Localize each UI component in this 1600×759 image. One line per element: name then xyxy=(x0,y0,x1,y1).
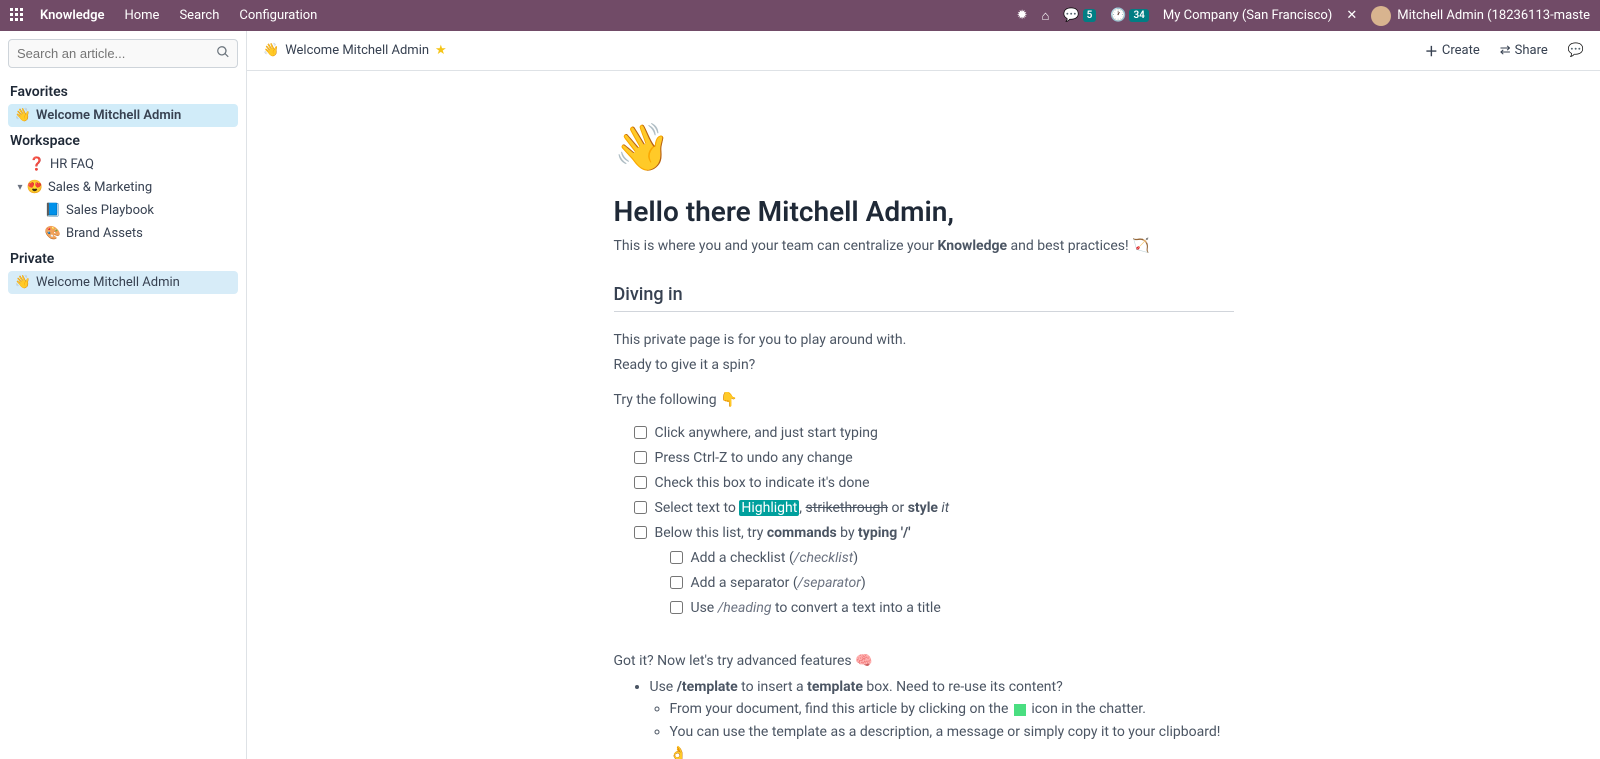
tree-item-label: Sales Playbook xyxy=(66,203,154,218)
document[interactable]: 👋 Hello there Mitchell Admin, This is wh… xyxy=(594,71,1254,759)
try-following: Try the following 👇 xyxy=(614,390,1234,411)
section-diving-in: Diving in xyxy=(614,284,1234,312)
tree-item-label: Welcome Mitchell Admin xyxy=(36,108,181,123)
check-item: Add a checklist (/checklist) xyxy=(670,546,1234,571)
check-item: Press Ctrl-Z to undo any change xyxy=(634,446,1234,471)
main: 👋 Welcome Mitchell Admin ★ ＋Create ⇄Shar… xyxy=(247,31,1600,759)
workspace-item-hrfaq[interactable]: ❓ HR FAQ xyxy=(8,153,238,176)
search-box xyxy=(8,39,238,68)
checkbox[interactable] xyxy=(670,576,683,589)
tools-icon[interactable]: ✕ xyxy=(1346,8,1357,23)
nav-search[interactable]: Search xyxy=(179,8,219,23)
tree-item-label: Brand Assets xyxy=(66,226,143,241)
green-square-icon xyxy=(1014,704,1026,716)
para-1: This private page is for you to play aro… xyxy=(614,330,1234,351)
check-item: Use /heading to convert a text into a ti… xyxy=(670,596,1234,621)
activities-badge: 34 xyxy=(1129,9,1148,22)
avatar xyxy=(1371,6,1391,26)
para-2: Ready to give it a spin? xyxy=(614,355,1234,376)
check-item: Select text to Highlight, strikethrough … xyxy=(634,496,1234,521)
workspace-item-brand-assets[interactable]: 🎨 Brand Assets xyxy=(8,222,238,245)
share-icon: ⇄ xyxy=(1500,43,1511,58)
breadcrumb-title[interactable]: Welcome Mitchell Admin xyxy=(285,43,429,58)
tree-item-label: HR FAQ xyxy=(50,157,94,172)
hero-wave-icon: 👋 xyxy=(614,121,1234,175)
advanced-heading: Got it? Now let's try advanced features … xyxy=(614,651,1234,672)
tree-item-label: Welcome Mitchell Admin xyxy=(36,275,180,290)
nav-configuration[interactable]: Configuration xyxy=(239,8,317,23)
chat-icon[interactable]: 💬 xyxy=(1568,43,1584,58)
heart-eyes-icon: 😍 xyxy=(26,180,44,195)
share-button[interactable]: ⇄Share xyxy=(1500,43,1548,58)
palette-icon: 🎨 xyxy=(44,226,62,241)
tray-icon[interactable]: ⌂ xyxy=(1042,8,1050,24)
user-label: Mitchell Admin (18236113-maste xyxy=(1397,8,1590,23)
list-item: You can use the template as a descriptio… xyxy=(670,721,1234,759)
messages-icon[interactable]: 💬5 xyxy=(1063,8,1096,23)
list-item: Use /template to insert a template box. … xyxy=(650,676,1234,759)
sidebar: Favorites 👋 Welcome Mitchell Admin Works… xyxy=(0,31,247,759)
check-item: Add a separator (/separator) xyxy=(670,571,1234,596)
checkbox[interactable] xyxy=(634,501,647,514)
section-private-title: Private xyxy=(10,251,236,267)
checkbox[interactable] xyxy=(670,601,683,614)
wave-icon: 👋 xyxy=(263,43,279,58)
tree-item-label: Sales & Marketing xyxy=(48,180,152,195)
search-icon[interactable] xyxy=(216,45,230,63)
breadcrumb-bar: 👋 Welcome Mitchell Admin ★ ＋Create ⇄Shar… xyxy=(247,31,1600,71)
private-item-welcome[interactable]: 👋 Welcome Mitchell Admin xyxy=(8,271,238,294)
user-menu[interactable]: Mitchell Admin (18236113-maste xyxy=(1371,6,1590,26)
checkbox[interactable] xyxy=(634,526,647,539)
favorite-star-icon[interactable]: ★ xyxy=(435,43,447,58)
list-item: From your document, find this article by… xyxy=(670,698,1234,720)
workspace-item-sales-marketing[interactable]: ▾ 😍 Sales & Marketing xyxy=(8,176,238,199)
question-icon: ❓ xyxy=(28,157,46,172)
page-title: Hello there Mitchell Admin, xyxy=(614,195,1234,228)
bug-icon[interactable]: ✹ xyxy=(1017,8,1028,23)
check-item: Check this box to indicate it's done xyxy=(634,471,1234,496)
wave-icon: 👋 xyxy=(14,275,32,290)
checklist-nested: Add a checklist (/checklist) Add a separ… xyxy=(614,546,1234,621)
book-icon: 📘 xyxy=(44,203,62,218)
search-input[interactable] xyxy=(8,39,238,68)
apps-icon[interactable] xyxy=(10,8,26,24)
checklist: Click anywhere, and just start typing Pr… xyxy=(614,421,1234,546)
wave-icon: 👋 xyxy=(14,108,32,123)
section-favorites-title: Favorites xyxy=(10,84,236,100)
checkbox[interactable] xyxy=(634,451,647,464)
topbar: Knowledge Home Search Configuration ✹ ⌂ … xyxy=(0,0,1600,31)
checkbox[interactable] xyxy=(634,426,647,439)
check-item: Below this list, try commands by typing … xyxy=(634,521,1234,546)
create-button[interactable]: ＋Create xyxy=(1425,41,1480,60)
checkbox[interactable] xyxy=(670,551,683,564)
workspace-item-sales-playbook[interactable]: 📘 Sales Playbook xyxy=(8,199,238,222)
messages-badge: 5 xyxy=(1083,9,1097,22)
section-workspace-title: Workspace xyxy=(10,133,236,149)
nav-home[interactable]: Home xyxy=(124,8,159,23)
checkbox[interactable] xyxy=(634,476,647,489)
intro-text: This is where you and your team can cent… xyxy=(614,238,1234,254)
brand[interactable]: Knowledge xyxy=(40,8,104,23)
caret-icon[interactable]: ▾ xyxy=(14,182,26,193)
favorites-item-welcome[interactable]: 👋 Welcome Mitchell Admin xyxy=(8,104,238,127)
activities-icon[interactable]: 🕐34 xyxy=(1110,8,1149,23)
company-switcher[interactable]: My Company (San Francisco) xyxy=(1163,8,1332,23)
bullet-list: Use /template to insert a template box. … xyxy=(614,676,1234,759)
check-item: Click anywhere, and just start typing xyxy=(634,421,1234,446)
